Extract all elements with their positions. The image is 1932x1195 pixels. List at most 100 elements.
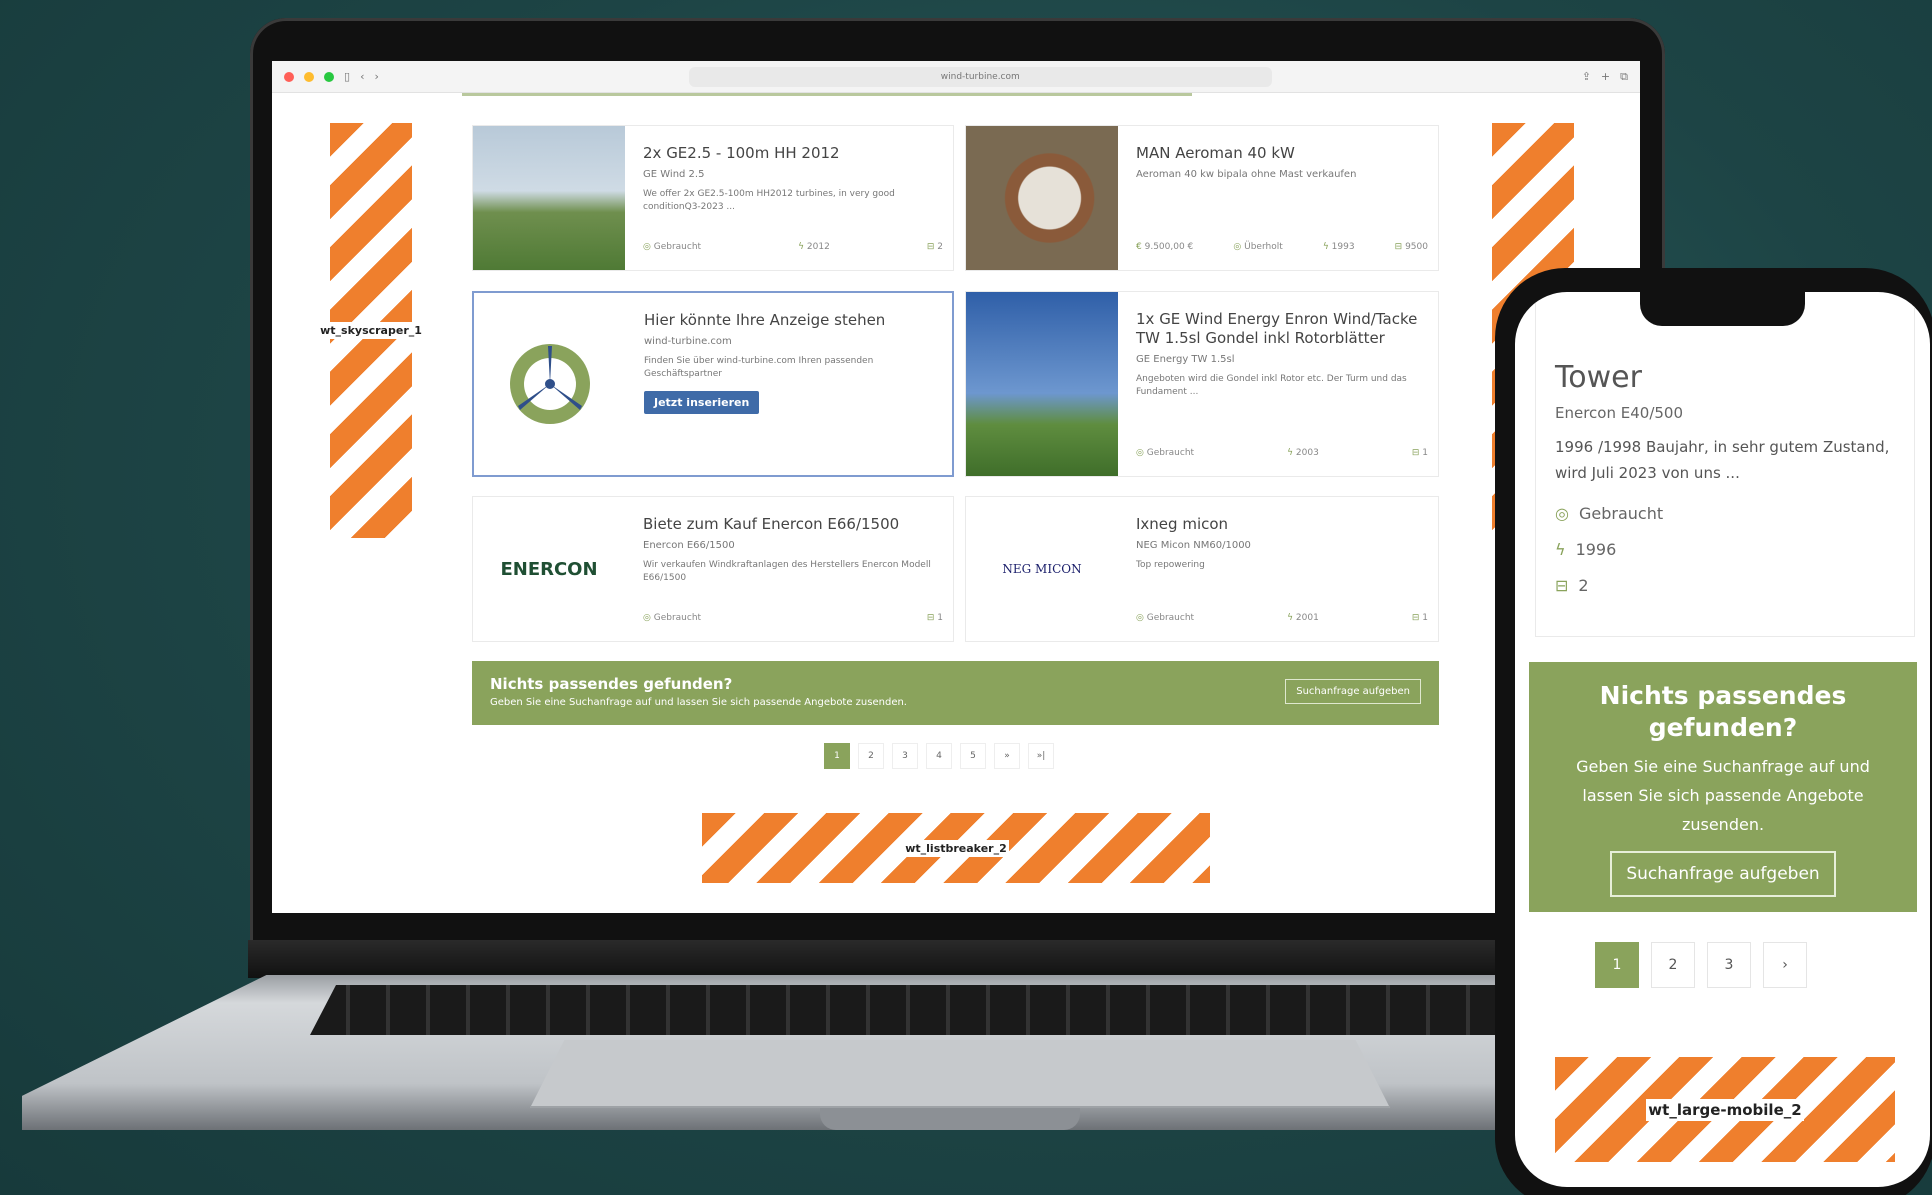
mobile-ad-label: wt_large-mobile_2 xyxy=(1646,1098,1804,1121)
listing-image xyxy=(966,126,1118,270)
url-bar[interactable]: wind-turbine.com xyxy=(688,66,1272,87)
count-text: 1 xyxy=(1422,613,1428,623)
listing-title[interactable]: 2x GE2.5 - 100m HH 2012 xyxy=(643,144,943,163)
condition-text: Gebraucht xyxy=(1146,613,1195,623)
count-icon: ⊟ xyxy=(926,242,935,252)
insert-ad-button[interactable]: Jetzt inserieren xyxy=(644,391,760,414)
listing-subtitle: Aeroman 40 kw bipala ohne Mast verkaufen xyxy=(1136,169,1357,180)
listing-subtitle: GE Energy TW 1.5sl xyxy=(1136,354,1235,365)
condition-text: Gebraucht xyxy=(1146,448,1195,458)
laptop-hinge xyxy=(248,940,1688,978)
banner-text: Geben Sie eine Suchanfrage auf und lasse… xyxy=(490,697,907,708)
listbreaker-ad-label: wt_listbreaker_2 xyxy=(903,839,1009,857)
search-request-banner: Nichts passendes gefunden? Geben Sie ein… xyxy=(472,661,1439,725)
listing-meta: ◎ Gebraucht ⊟ 1 xyxy=(643,613,943,623)
promo-title: Hier könnte Ihre Anzeige stehen xyxy=(644,311,886,329)
page-3[interactable]: 3 xyxy=(892,743,918,769)
listing-description: Wir verkaufen Windkraftanlagen des Herst… xyxy=(643,560,931,583)
minimize-dot[interactable] xyxy=(304,71,314,82)
count-icon: ⊟ xyxy=(1411,613,1420,623)
neg-micon-logo: NEG MICON xyxy=(966,497,1118,641)
mobile-next-page-button[interactable]: › xyxy=(1763,942,1807,988)
listing-title[interactable]: MAN Aeroman 40 kW xyxy=(1136,144,1428,163)
listing-subtitle: Enercon E66/1500 xyxy=(643,540,735,551)
back-icon[interactable]: ‹ xyxy=(360,70,364,83)
condition-icon: ◎ xyxy=(1136,448,1144,458)
laptop-trackpad xyxy=(530,1040,1390,1108)
forward-icon[interactable]: › xyxy=(374,70,378,83)
share-icon[interactable]: ⇪ xyxy=(1582,70,1591,83)
last-page-button[interactable]: »| xyxy=(1028,743,1054,769)
listing-image xyxy=(473,126,625,270)
new-tab-icon[interactable]: + xyxy=(1601,70,1610,83)
page-1[interactable]: 1 xyxy=(824,743,850,769)
year-icon: ϟ xyxy=(1287,613,1294,623)
year-text: 2012 xyxy=(806,242,830,252)
laptop-screen: ▯ ‹ › wind-turbine.com ⇪ + ⧉ wt_skyscrap… xyxy=(272,61,1640,913)
listing-card[interactable]: 2x GE2.5 - 100m HH 2012 GE Wind 2.5 We o… xyxy=(472,125,954,271)
listing-image xyxy=(966,292,1118,476)
pagination: 1 2 3 4 5 » »| xyxy=(824,743,1054,769)
count-text: 1 xyxy=(937,613,943,623)
listing-subtitle: NEG Micon NM60/1000 xyxy=(1136,540,1251,551)
price-icon: € xyxy=(1136,242,1142,252)
mobile-banner-title: Nichts passendes gefunden? xyxy=(1599,681,1847,742)
condition-icon: ◎ xyxy=(643,613,651,623)
year-icon: ϟ xyxy=(798,242,805,252)
listing-description: Top repowering xyxy=(1136,560,1205,570)
page-4[interactable]: 4 xyxy=(926,743,952,769)
listing-title[interactable]: 1x GE Wind Energy Enron Wind/Tacke TW 1.… xyxy=(1136,310,1428,348)
skyscraper-ad[interactable]: wt_skyscraper_1 xyxy=(318,123,424,538)
listing-card[interactable]: NEG MICON Ixneg micon NEG Micon NM60/100… xyxy=(965,496,1439,642)
mobile-listing-title[interactable]: Tower xyxy=(1555,360,1642,395)
mobile-page-2[interactable]: 2 xyxy=(1651,942,1695,988)
listing-card[interactable]: MAN Aeroman 40 kW Aeroman 40 kw bipala o… xyxy=(965,125,1439,271)
listing-card[interactable]: 1x GE Wind Energy Enron Wind/Tacke TW 1.… xyxy=(965,291,1439,477)
mobile-year: ϟ 1996 xyxy=(1555,540,1616,559)
mobile-condition-text: Gebraucht xyxy=(1578,504,1664,523)
condition-icon: ◎ xyxy=(1136,613,1144,623)
neg-micon-logo-text: NEG MICON xyxy=(1002,562,1082,576)
condition-text: Überholt xyxy=(1244,242,1283,252)
mobile-page-1[interactable]: 1 xyxy=(1595,942,1639,988)
listbreaker-ad[interactable]: wt_listbreaker_2 xyxy=(702,813,1210,883)
promo-card[interactable]: Hier könnte Ihre Anzeige stehen wind-tur… xyxy=(472,291,954,477)
mobile-condition: ◎ Gebraucht xyxy=(1555,504,1663,523)
count-text: 1 xyxy=(1422,448,1428,458)
listing-meta: ◎ Gebraucht ϟ 2012 ⊟ 2 xyxy=(643,242,943,252)
promo-subtitle: wind-turbine.com xyxy=(644,336,732,347)
condition-icon: ◎ xyxy=(1555,504,1569,523)
tabs-icon[interactable]: ⧉ xyxy=(1620,70,1628,84)
mobile-search-request-button[interactable]: Suchanfrage aufgeben xyxy=(1610,851,1836,897)
promo-description: Finden Sie über wind-turbine.com Ihren p… xyxy=(644,356,874,379)
mobile-listing-description: 1996 /1998 Baujahr, in sehr gutem Zustan… xyxy=(1555,438,1890,482)
maximize-dot[interactable] xyxy=(324,71,334,82)
price-text: 9.500,00 € xyxy=(1144,242,1194,252)
enercon-logo-text: ENERCON xyxy=(500,558,598,580)
mobile-banner-text: Geben Sie eine Suchanfrage auf und lasse… xyxy=(1576,757,1870,834)
mobile-ad[interactable]: wt_large-mobile_2 xyxy=(1555,1057,1895,1162)
mobile-search-request-banner: Nichts passendes gefunden? Geben Sie ein… xyxy=(1529,662,1917,912)
listing-meta: € 9.500,00 € ◎ Überholt ϟ 1993 ⊟ 9500 xyxy=(1136,242,1428,252)
listing-title[interactable]: Ixneg micon xyxy=(1136,515,1428,534)
page-2[interactable]: 2 xyxy=(858,743,884,769)
listing-meta: ◎ Gebraucht ϟ 2001 ⊟ 1 xyxy=(1136,613,1428,623)
condition-icon: ◎ xyxy=(643,242,651,252)
condition-text: Gebraucht xyxy=(653,613,702,623)
listing-card[interactable]: ENERCON Biete zum Kauf Enercon E66/1500 … xyxy=(472,496,954,642)
close-dot[interactable] xyxy=(284,71,294,82)
page-5[interactable]: 5 xyxy=(960,743,986,769)
laptop-keyboard xyxy=(310,985,1610,1035)
laptop-notch xyxy=(820,1108,1080,1130)
year-text: 2001 xyxy=(1295,613,1319,623)
listing-title[interactable]: Biete zum Kauf Enercon E66/1500 xyxy=(643,515,943,534)
mobile-count: ⊟ 2 xyxy=(1555,576,1589,595)
listing-subtitle: GE Wind 2.5 xyxy=(643,169,705,180)
year-icon: ϟ xyxy=(1322,242,1329,252)
search-request-button[interactable]: Suchanfrage aufgeben xyxy=(1285,679,1421,704)
mobile-page-3[interactable]: 3 xyxy=(1707,942,1751,988)
count-icon: ⊟ xyxy=(1555,576,1569,595)
count-icon: ⊟ xyxy=(926,613,935,623)
next-page-button[interactable]: » xyxy=(994,743,1020,769)
sidebar-icon[interactable]: ▯ xyxy=(344,70,350,83)
